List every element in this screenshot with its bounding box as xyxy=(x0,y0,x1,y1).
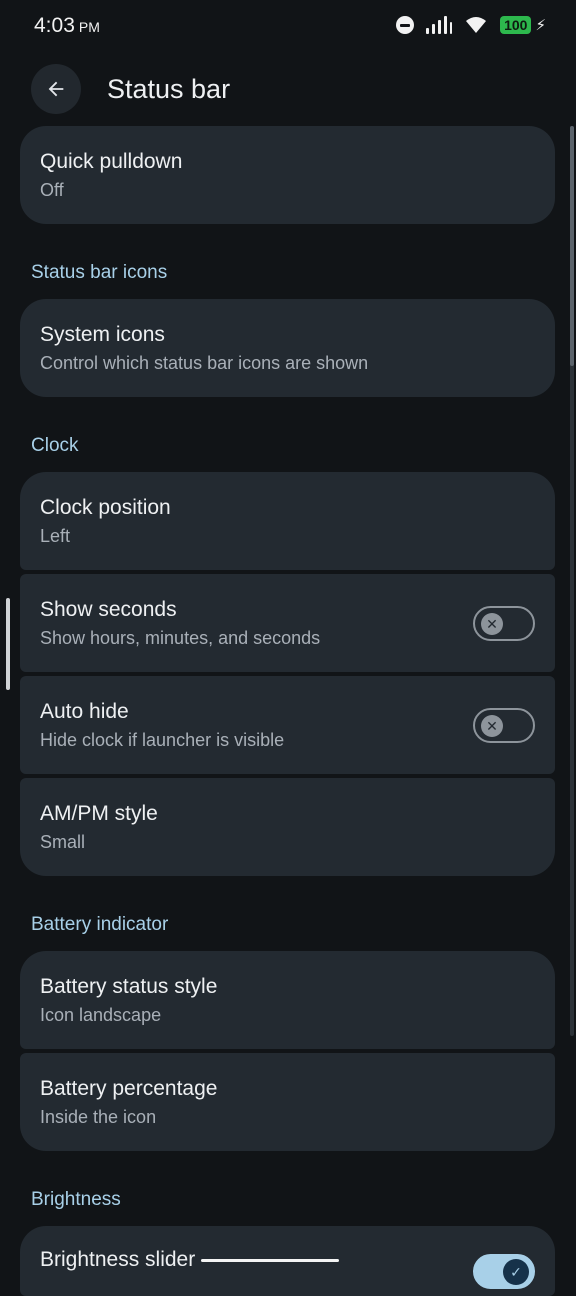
item-title: Battery percentage xyxy=(40,1076,218,1100)
slider-preview-icon xyxy=(201,1258,340,1262)
auto-hide-toggle[interactable]: ✕ xyxy=(473,707,535,743)
item-subtitle: Show hours, minutes, and seconds xyxy=(40,627,321,648)
brightness-slider-item[interactable]: Brightness slider ✓ xyxy=(20,1226,555,1296)
item-value: Left xyxy=(40,525,71,546)
quick-pulldown-item[interactable]: Quick pulldown Off xyxy=(20,126,555,224)
brightness-slider-toggle[interactable]: ✓ xyxy=(473,1254,535,1289)
system-icons-item[interactable]: System icons Control which status bar ic… xyxy=(20,299,555,397)
system-status-bar: 4:03 PM 100 ⚡ xyxy=(0,0,576,56)
item-title: Quick pulldown xyxy=(40,149,183,173)
auto-hide-item[interactable]: Auto hide Hide clock if launcher is visi… xyxy=(20,676,555,774)
battery-percentage-item[interactable]: Battery percentage Inside the icon xyxy=(20,1053,555,1151)
section-header-status-bar-icons: Status bar icons xyxy=(31,262,168,283)
item-value: Icon landscape xyxy=(40,1004,162,1025)
close-icon: ✕ xyxy=(481,612,503,635)
scrollbar-thumb[interactable] xyxy=(570,126,574,366)
back-button[interactable] xyxy=(31,64,81,114)
charging-icon: ⚡ xyxy=(535,17,546,34)
app-bar: Status bar xyxy=(0,60,576,120)
brightness-slider-label: Brightness slider xyxy=(40,1248,196,1271)
page-title: Status bar xyxy=(107,74,231,104)
status-time: 4:03 PM xyxy=(34,14,100,38)
item-title: Clock position xyxy=(40,495,171,519)
ampm-text: PM xyxy=(78,19,100,35)
edge-indicator xyxy=(6,598,10,690)
item-title: Auto hide xyxy=(40,699,129,723)
battery-status-style-item[interactable]: Battery status style Icon landscape xyxy=(20,951,555,1049)
item-title: Show seconds xyxy=(40,597,177,621)
show-seconds-toggle[interactable]: ✕ xyxy=(473,605,535,641)
item-title: Battery status style xyxy=(40,974,218,998)
check-icon: ✓ xyxy=(503,1259,529,1285)
arrow-left-icon xyxy=(48,81,64,97)
item-value: Off xyxy=(40,179,64,200)
section-header-clock: Clock xyxy=(31,435,79,456)
section-header-battery-indicator: Battery indicator xyxy=(31,914,169,935)
item-title: Brightness slider xyxy=(40,1248,340,1272)
item-subtitle: Hide clock if launcher is visible xyxy=(40,729,285,750)
close-icon: ✕ xyxy=(481,714,503,737)
signal-icon xyxy=(426,16,453,34)
clock-position-item[interactable]: Clock position Left xyxy=(20,472,555,570)
section-header-brightness: Brightness xyxy=(31,1189,121,1210)
wifi-icon xyxy=(466,17,487,33)
do-not-disturb-icon xyxy=(396,16,415,34)
item-title: System icons xyxy=(40,322,165,346)
time-text: 4:03 xyxy=(34,14,75,37)
item-title: AM/PM style xyxy=(40,801,158,825)
item-value: Inside the icon xyxy=(40,1106,157,1127)
battery-icon: 100 xyxy=(500,16,532,34)
item-value: Small xyxy=(40,831,86,852)
status-icons: 100 ⚡ xyxy=(396,16,546,34)
ampm-style-item[interactable]: AM/PM style Small xyxy=(20,778,555,876)
settings-list: Quick pulldown Off Status bar icons Syst… xyxy=(20,126,555,1296)
show-seconds-item[interactable]: Show seconds Show hours, minutes, and se… xyxy=(20,574,555,672)
item-subtitle: Control which status bar icons are shown xyxy=(40,352,369,373)
